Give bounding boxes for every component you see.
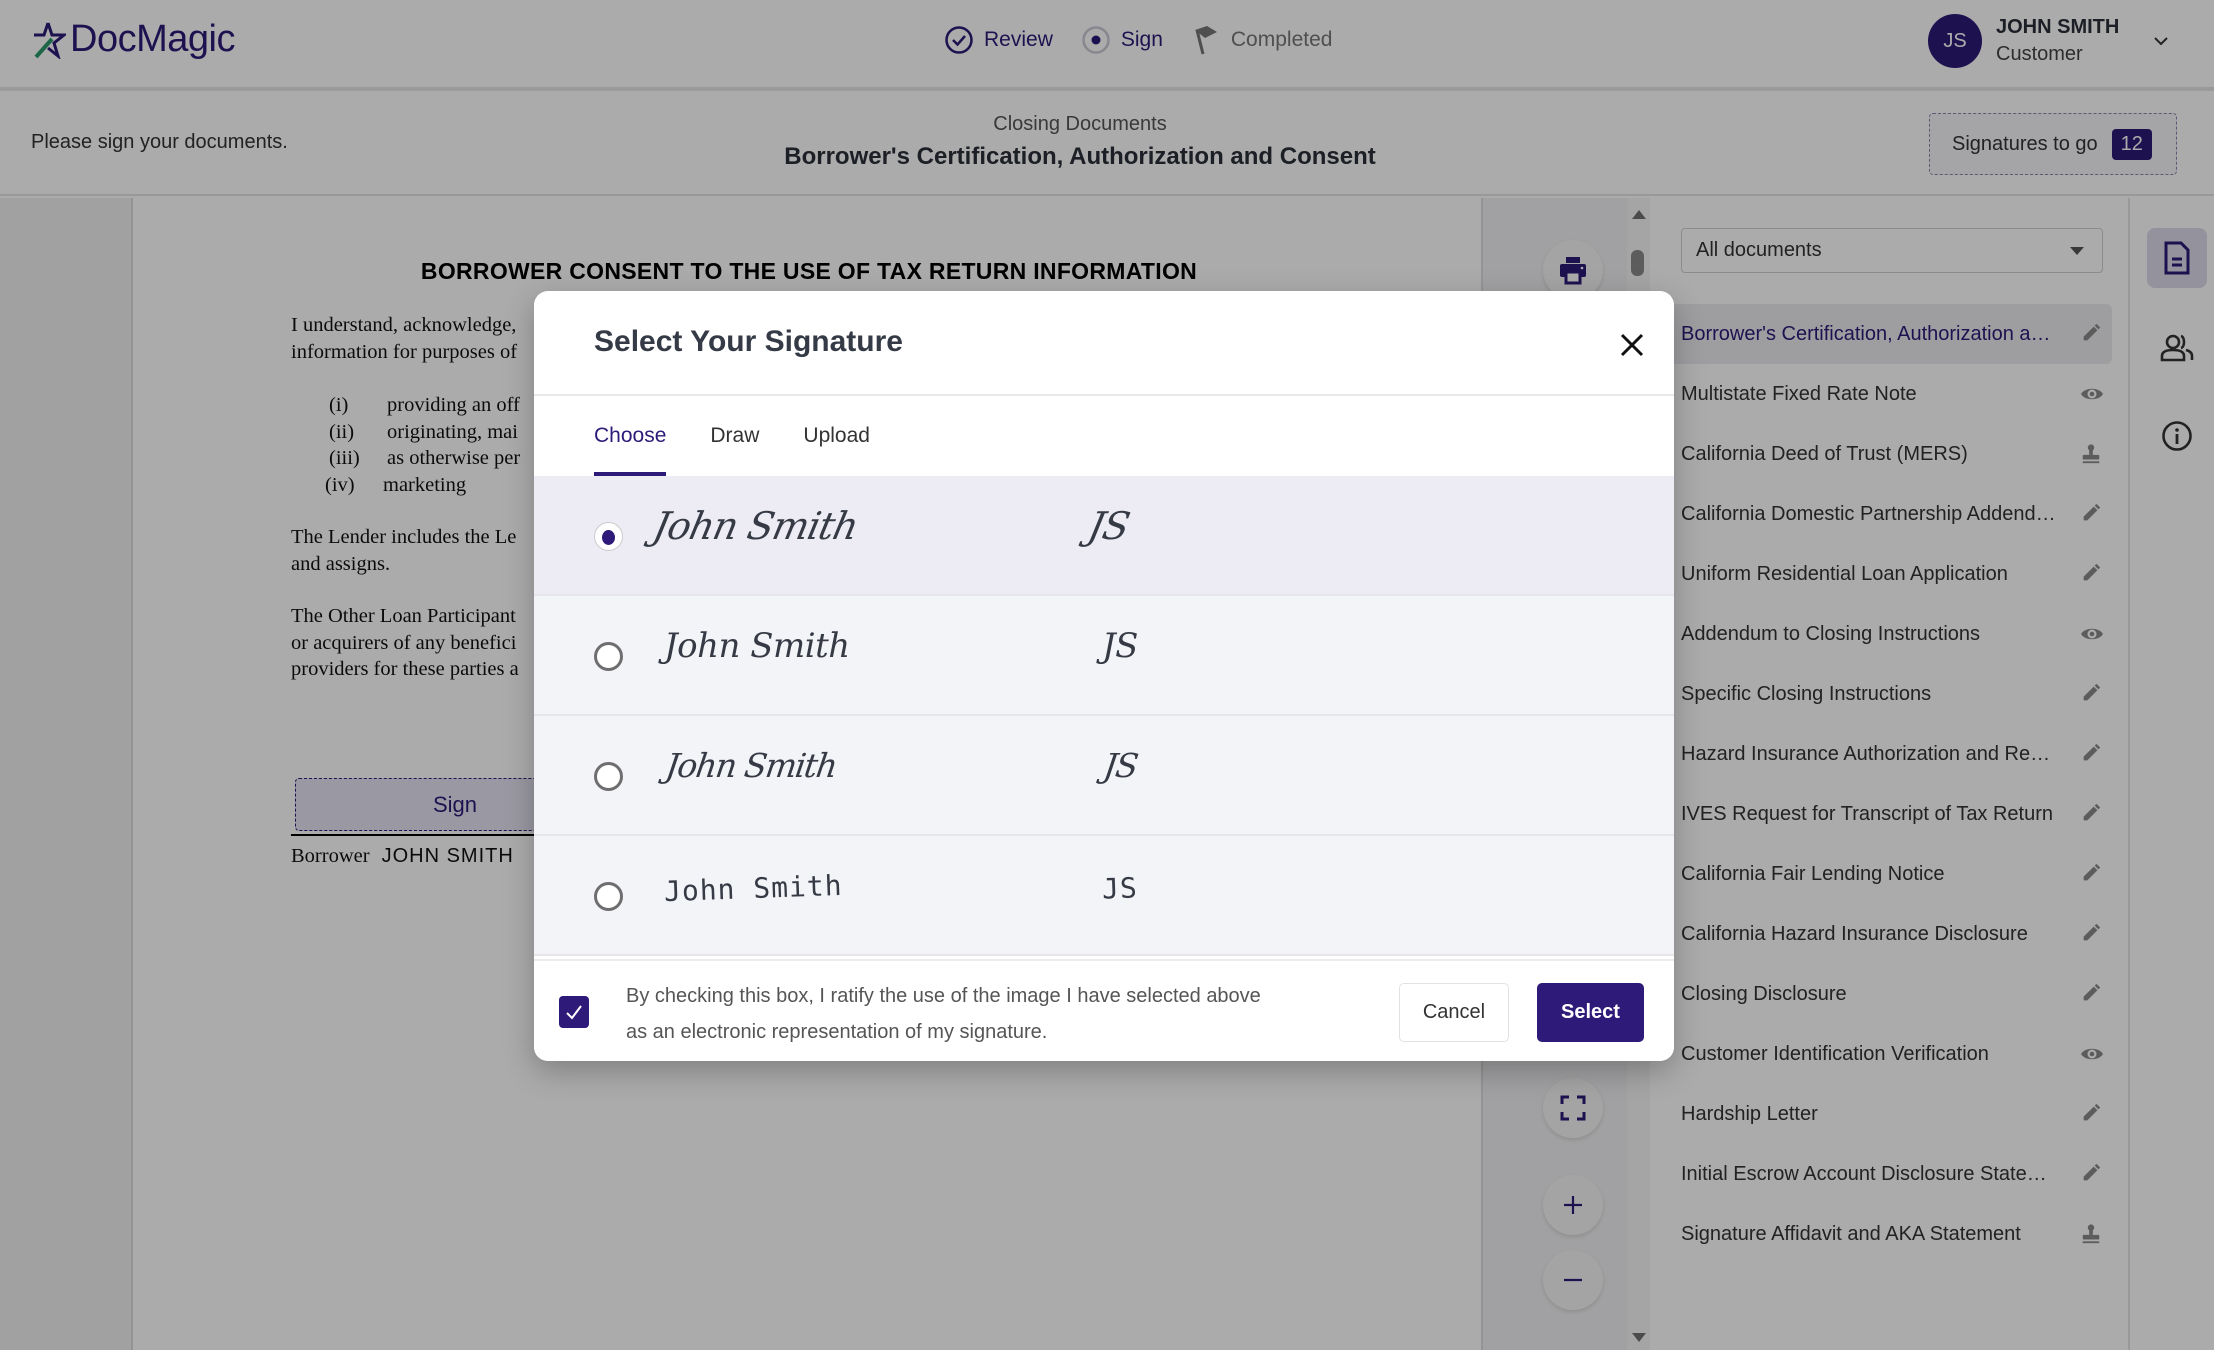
signature-option[interactable]: John Smith JS [534,476,1674,596]
signature-tabs: Choose Draw Upload [594,396,870,476]
initials-preview: JS [1084,504,1133,548]
signature-options: John Smith JS John Smith JS John Smith J… [534,476,1674,956]
initials-preview: JS [1102,626,1138,666]
radio-button[interactable] [594,522,623,551]
signature-option[interactable]: John Smith JS [534,836,1674,956]
signature-preview: John Smith [663,868,844,909]
signature-option[interactable]: John Smith JS [534,596,1674,716]
tab-upload[interactable]: Upload [803,396,870,476]
radio-button[interactable] [594,762,623,791]
dialog-footer: By checking this box, I ratify the use o… [534,959,1674,1061]
cancel-button[interactable]: Cancel [1399,983,1509,1042]
select-signature-dialog: Select Your Signature Choose Draw Upload… [534,291,1674,1061]
radio-button[interactable] [594,642,623,671]
close-icon[interactable] [1616,329,1648,361]
dialog-title: Select Your Signature [594,325,903,358]
ratify-checkbox[interactable] [559,996,589,1028]
initials-preview: JS [1101,746,1140,785]
select-button[interactable]: Select [1537,983,1644,1042]
initials-preview: JS [1101,871,1139,906]
checkmark-icon [566,1005,582,1020]
signature-option[interactable]: John Smith JS [534,716,1674,836]
signature-preview: John Smith [663,746,839,785]
ratify-text: By checking this box, I ratify the use o… [626,985,1261,1043]
signature-preview: John Smith [649,504,862,548]
tab-draw[interactable]: Draw [710,396,759,476]
radio-button[interactable] [594,882,623,911]
tab-choose[interactable]: Choose [594,396,667,476]
signature-preview: John Smith [664,626,850,666]
